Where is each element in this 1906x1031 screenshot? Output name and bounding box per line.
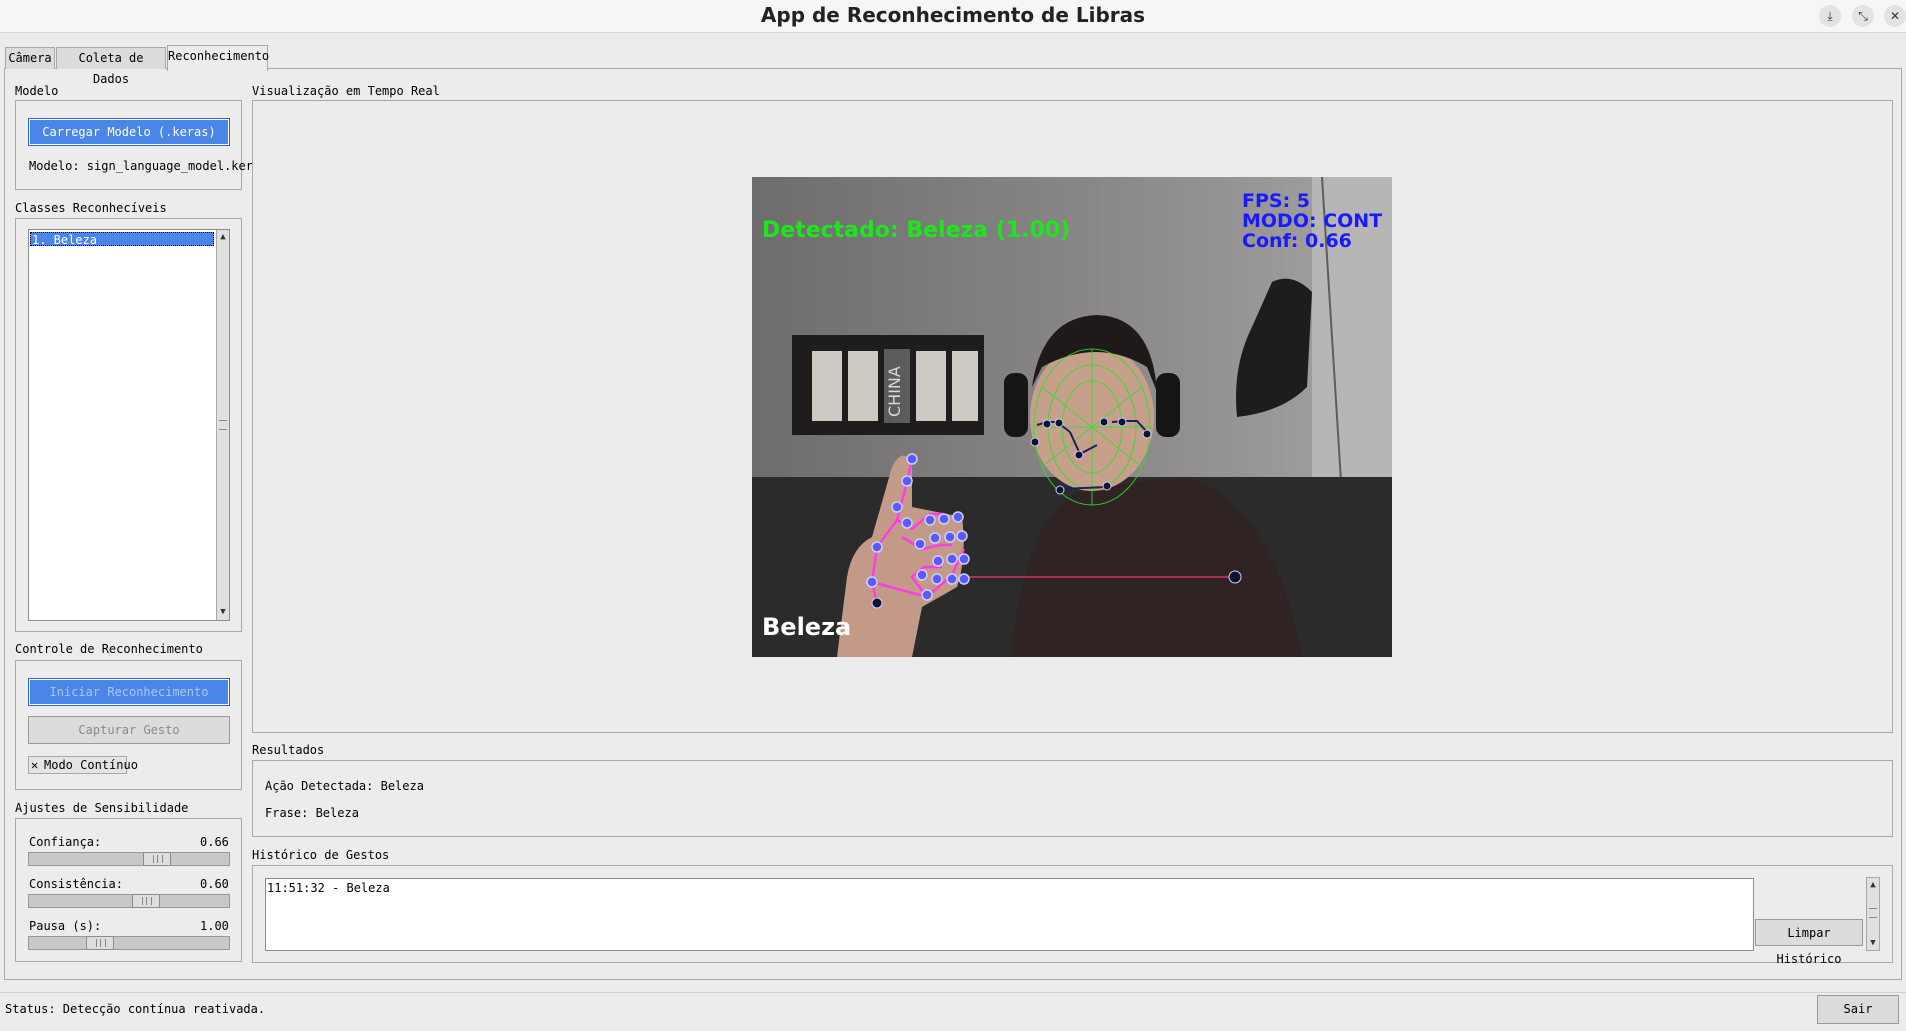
mode-overlay-text: MODO: CONT xyxy=(1242,210,1382,232)
history-entry: 11:51:32 - Beleza xyxy=(267,881,390,895)
consistency-value: 0.60 xyxy=(200,877,229,891)
scroll-up-icon[interactable]: ▲ xyxy=(1867,878,1879,892)
capture-gesture-button[interactable]: Capturar Gesto xyxy=(28,716,230,744)
confidence-slider-thumb[interactable] xyxy=(143,852,171,866)
pause-value: 1.00 xyxy=(200,919,229,933)
close-icon[interactable]: ✕ xyxy=(1884,5,1906,27)
detected-overlay-text: Detectado: Beleza (1.00) xyxy=(762,218,1070,243)
classes-scrollbar[interactable]: ▲ ▼ xyxy=(216,230,229,620)
exit-button[interactable]: Sair xyxy=(1817,995,1899,1024)
gesture-overlay-label: Beleza xyxy=(762,613,851,641)
camera-feed: CHINA Detectado: Beleza (1.00) FPS: 5 MO… xyxy=(752,177,1392,657)
status-text: Status: Detecção contínua reativada. xyxy=(5,1002,266,1016)
scroll-grip-icon[interactable] xyxy=(219,420,227,430)
classes-list[interactable]: 1. Beleza ▲ ▼ xyxy=(28,229,230,621)
restore-icon[interactable]: ⤡ xyxy=(1852,5,1874,27)
control-group-label: Controle de Reconhecimento xyxy=(15,642,203,656)
model-name-text: Modelo: sign_language_model.keras xyxy=(29,159,268,173)
load-model-button[interactable]: Carregar Modelo (.keras) xyxy=(28,118,230,146)
poster-text: CHINA xyxy=(885,366,904,417)
download-icon[interactable]: ⤓ xyxy=(1819,5,1841,27)
camera-frame-image: CHINA Detectado: Beleza (1.00) FPS: 5 MO… xyxy=(752,177,1392,657)
confidence-slider[interactable] xyxy=(28,852,230,866)
pause-slider[interactable] xyxy=(28,936,230,950)
window-title: App de Reconhecimento de Libras xyxy=(760,3,1146,27)
history-textbox[interactable]: 11:51:32 - Beleza xyxy=(265,878,1754,951)
scroll-down-icon[interactable]: ▼ xyxy=(1867,936,1879,950)
history-scrollbar[interactable]: ▲ ▼ xyxy=(1866,877,1880,951)
results-group xyxy=(252,760,1893,837)
consistency-label: Consistência: xyxy=(29,877,123,891)
clear-history-button[interactable]: Limpar Histórico xyxy=(1755,919,1863,966)
tab-recognition[interactable]: Reconhecimento xyxy=(167,45,269,71)
list-item[interactable]: 1. Beleza xyxy=(30,232,214,247)
scroll-up-icon[interactable]: ▲ xyxy=(217,230,229,244)
start-recognition-button[interactable]: Iniciar Reconhecimento xyxy=(28,678,230,706)
scroll-grip-icon[interactable] xyxy=(1869,908,1877,918)
confidence-label: Confiança: xyxy=(29,835,102,849)
visualization-group-label: Visualização em Tempo Real xyxy=(252,84,440,98)
consistency-slider[interactable] xyxy=(28,894,230,908)
scroll-down-icon[interactable]: ▼ xyxy=(217,605,229,619)
history-group-label: Histórico de Gestos xyxy=(252,848,390,862)
phrase-text: Frase: Beleza xyxy=(265,806,359,820)
continuous-mode-label: Modo Contínuo xyxy=(44,758,138,772)
status-bar xyxy=(0,992,1906,1025)
sensitivity-group-label: Ajustes de Sensibilidade xyxy=(15,801,189,815)
continuous-mode-checkbox[interactable]: ✕ Modo Contínuo xyxy=(28,756,138,774)
checkbox-check-icon: ✕ xyxy=(31,758,39,772)
tab-data-collection[interactable]: Coleta de Dados xyxy=(56,47,166,86)
classes-group-label: Classes Reconhecíveis xyxy=(15,201,167,215)
pause-slider-thumb[interactable] xyxy=(86,936,114,950)
consistency-slider-thumb[interactable] xyxy=(132,894,160,908)
fps-overlay-text: FPS: 5 xyxy=(1242,190,1310,212)
results-group-label: Resultados xyxy=(252,743,325,757)
tab-camera[interactable]: Câmera xyxy=(5,47,55,69)
confidence-value: 0.66 xyxy=(200,835,229,849)
pause-label: Pausa (s): xyxy=(29,919,102,933)
conf-overlay-text: Conf: 0.66 xyxy=(1242,230,1352,252)
model-group-label: Modelo xyxy=(15,84,59,98)
detected-action-text: Ação Detectada: Beleza xyxy=(265,779,424,793)
